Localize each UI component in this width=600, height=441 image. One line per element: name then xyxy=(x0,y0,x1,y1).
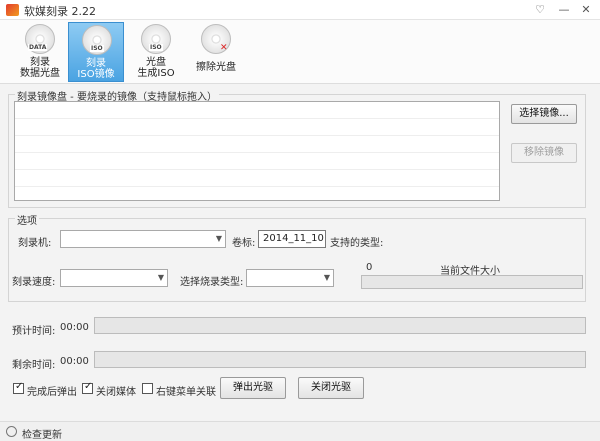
context-menu-checkbox[interactable] xyxy=(142,383,153,394)
disc-tag: ISO xyxy=(149,44,163,51)
eject-after-checkbox[interactable]: ✓ xyxy=(13,381,24,394)
estimated-time-value: 00:00 xyxy=(60,322,89,333)
check-update-link[interactable]: 检查更新 xyxy=(22,426,62,441)
burn-speed-select[interactable]: ▼ xyxy=(60,269,168,287)
disc-tag: DATA xyxy=(28,44,48,51)
toolbar: DATA 刻录 数据光盘 ISO 刻录 ISO镜像 ISO 光盘 生成ISO ✕ 擦除… xyxy=(0,20,600,84)
tool-burn-iso-image[interactable]: ISO 刻录 ISO镜像 xyxy=(68,22,124,82)
minimize-button[interactable]: — xyxy=(554,2,574,18)
chevron-down-icon: ▼ xyxy=(323,273,330,282)
tool-label: 光盘 生成ISO xyxy=(137,57,175,79)
burn-speed-label: 刻录速度: xyxy=(12,277,56,288)
erase-x-icon: ✕ xyxy=(220,43,228,53)
tool-label: 擦除光盘 xyxy=(196,62,236,73)
tool-disc-to-iso[interactable]: ISO 光盘 生成ISO xyxy=(128,22,184,82)
file-size-progress xyxy=(361,275,583,289)
tool-label: 刻录 ISO镜像 xyxy=(77,58,115,80)
supported-types-label: 支持的类型: xyxy=(330,238,384,249)
app-logo-icon xyxy=(6,4,19,16)
close-drive-button[interactable]: 关闭光驱 xyxy=(298,377,364,399)
remaining-time-value: 00:00 xyxy=(60,356,89,367)
status-bar: 检查更新 xyxy=(0,421,600,441)
burner-label: 刻录机: xyxy=(18,238,52,249)
image-list[interactable] xyxy=(14,101,500,201)
file-size-value: 0 xyxy=(366,262,373,273)
tool-erase-disc[interactable]: ✕ 擦除光盘 xyxy=(188,22,244,82)
burn-type-label: 选择烧录类型: xyxy=(180,277,244,288)
eject-after-label: 完成后弹出 xyxy=(27,387,77,398)
skin-icon[interactable]: ♡ xyxy=(530,2,550,18)
volume-label: 卷标: xyxy=(232,238,256,249)
remaining-time-label: 剩余时间: xyxy=(12,360,56,371)
disc-tag: ISO xyxy=(90,45,104,52)
check-icon: ✓ xyxy=(15,381,24,392)
estimated-time-label: 预计时间: xyxy=(12,326,56,337)
check-icon: ✓ xyxy=(84,381,93,392)
remove-image-button[interactable]: 移除镜像 xyxy=(511,143,577,163)
close-media-checkbox[interactable]: ✓ xyxy=(82,381,93,394)
title-bar: 软媒刻录 2.22 ♡ — ✕ xyxy=(0,0,600,20)
close-button[interactable]: ✕ xyxy=(576,2,596,18)
chevron-down-icon: ▼ xyxy=(215,234,222,243)
select-image-button[interactable]: 选择镜像... xyxy=(511,104,577,124)
eject-drive-button[interactable]: 弹出光驱 xyxy=(220,377,286,399)
chevron-down-icon: ▼ xyxy=(157,273,164,282)
volume-input[interactable]: 2014_11_10 xyxy=(258,230,326,248)
close-media-label: 关闭媒体 xyxy=(96,387,136,398)
remaining-progress xyxy=(94,351,586,368)
context-menu-label: 右键菜单关联 xyxy=(156,387,216,398)
options-group-title: 选项 xyxy=(15,212,39,227)
tool-label: 刻录 数据光盘 xyxy=(20,57,60,79)
burn-type-select[interactable]: ▼ xyxy=(246,269,334,287)
burner-select[interactable]: ▼ xyxy=(60,230,226,248)
window-title: 软媒刻录 2.22 xyxy=(24,5,96,18)
estimated-progress xyxy=(94,317,586,334)
update-icon xyxy=(6,426,17,437)
tool-burn-data-disc[interactable]: DATA 刻录 数据光盘 xyxy=(12,22,68,82)
